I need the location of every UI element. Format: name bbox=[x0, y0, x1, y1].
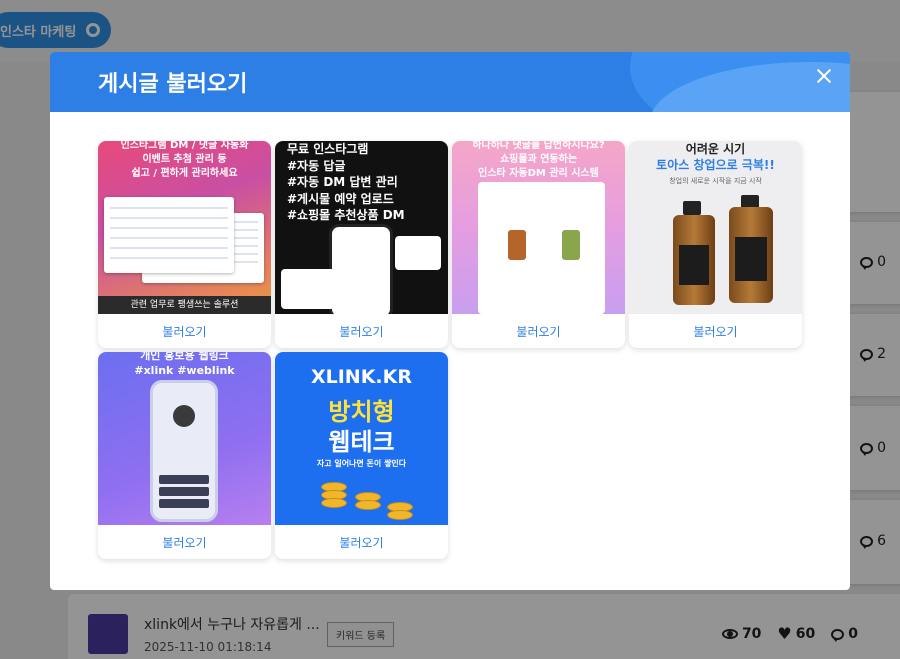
load-button[interactable]: 불러오기 bbox=[275, 314, 448, 348]
post-thumbnail: 개인 홍보용 웹링크 #xlink #weblink bbox=[98, 352, 271, 525]
phone-mockup bbox=[150, 380, 218, 522]
post-grid: 인스타그램 DM / 댓글 자동화 이벤트 추첨 관리 등 쉽고 / 편하게 관… bbox=[98, 141, 808, 559]
load-post-modal: 게시글 불러오기 인스타그램 DM / 댓글 자동화 이벤트 추첨 관리 등 쉽… bbox=[50, 52, 850, 590]
modal-title: 게시글 불러오기 bbox=[98, 72, 248, 97]
shop-window bbox=[478, 182, 605, 314]
dm-panel bbox=[395, 236, 441, 270]
screenshot-window bbox=[104, 197, 234, 273]
post-thumbnail: 어려운 시기 토아스 창업으로 극복!! 창업의 새로운 시작을 지금 시작 bbox=[629, 141, 802, 314]
post-thumbnail: 인스타그램 DM / 댓글 자동화 이벤트 추첨 관리 등 쉽고 / 편하게 관… bbox=[98, 141, 271, 314]
thumbnail-caption: 어려운 시기 토아스 창업으로 극복!! 창업의 새로운 시작을 지금 시작 bbox=[656, 142, 775, 185]
product-bottle bbox=[508, 230, 526, 260]
load-button[interactable]: 불러오기 bbox=[629, 314, 802, 348]
post-card: 무료 인스타그램 #자동 답글 #자동 DM 답변 관리 #게시물 예약 업로드… bbox=[275, 141, 448, 348]
product-bottle bbox=[562, 230, 580, 260]
product-bottle bbox=[729, 207, 773, 303]
thumbnail-caption: 하나하나 댓글을 답변하시나요? 쇼핑몰과 연동하는 인스타 자동DM 관리 시… bbox=[472, 141, 605, 179]
load-button[interactable]: 불러오기 bbox=[452, 314, 625, 348]
thumbnail-footer: 관련 업무로 팽생쓰는 솔루션 bbox=[98, 296, 271, 314]
product-bottle bbox=[673, 215, 715, 305]
post-card: 어려운 시기 토아스 창업으로 극복!! 창업의 새로운 시작을 지금 시작 불… bbox=[629, 141, 802, 348]
post-card: 인스타그램 DM / 댓글 자동화 이벤트 추첨 관리 등 쉽고 / 편하게 관… bbox=[98, 141, 271, 348]
thumbnail-caption: 무료 인스타그램 #자동 답글 #자동 DM 답변 관리 #게시물 예약 업로드… bbox=[287, 142, 405, 222]
dm-panel bbox=[281, 269, 339, 309]
post-thumbnail: 무료 인스타그램 #자동 답글 #자동 DM 답변 관리 #게시물 예약 업로드… bbox=[275, 141, 448, 314]
post-thumbnail: XLINK.KR 방치형 웹테크 자고 일어나면 돈이 쌓인다 bbox=[275, 352, 448, 525]
thumbnail-title: XLINK.KR bbox=[310, 366, 413, 388]
post-card: 개인 홍보용 웹링크 #xlink #weblink 불러오기 bbox=[98, 352, 271, 559]
post-thumbnail: 하나하나 댓글을 답변하시나요? 쇼핑몰과 연동하는 인스타 자동DM 관리 시… bbox=[452, 141, 625, 314]
load-button[interactable]: 불러오기 bbox=[98, 525, 271, 559]
thumbnail-headline: 웹테크 bbox=[328, 428, 395, 456]
thumbnail-caption: 인스타그램 DM / 댓글 자동화 이벤트 추첨 관리 등 쉽고 / 편하게 관… bbox=[120, 141, 249, 179]
thumbnail-subtitle: 자고 일어나면 돈이 쌓인다 bbox=[316, 459, 407, 468]
close-icon[interactable] bbox=[812, 64, 836, 88]
post-card: 하나하나 댓글을 답변하시나요? 쇼핑몰과 연동하는 인스타 자동DM 관리 시… bbox=[452, 141, 625, 348]
load-button[interactable]: 불러오기 bbox=[275, 525, 448, 559]
thumbnail-caption: 개인 홍보용 웹링크 #xlink #weblink bbox=[134, 352, 235, 377]
load-button[interactable]: 불러오기 bbox=[98, 314, 271, 348]
modal-header: 게시글 불러오기 bbox=[50, 52, 850, 112]
post-card: XLINK.KR 방치형 웹테크 자고 일어나면 돈이 쌓인다 불러오기 bbox=[275, 352, 448, 559]
